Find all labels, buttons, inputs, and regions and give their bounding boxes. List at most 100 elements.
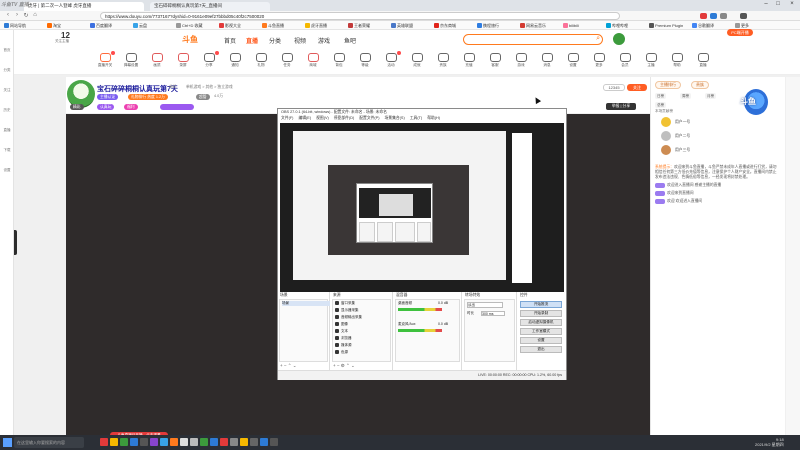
toolbar-item[interactable]: 活动: [378, 51, 404, 68]
bookmark-item[interactable]: Premium Plugin: [649, 22, 683, 29]
obs-menu-item[interactable]: 停靠部件(D): [334, 116, 354, 122]
nav-link[interactable]: 视频: [294, 36, 306, 45]
site-search-input[interactable]: ⌕: [463, 34, 603, 45]
user-avatar[interactable]: [612, 32, 626, 46]
taskbar-app-icon[interactable]: [200, 438, 208, 446]
sidebar-collapse-handle[interactable]: [14, 230, 17, 255]
taskbar-app-icon[interactable]: [240, 438, 248, 446]
obs-control-button[interactable]: 开始录制: [520, 310, 562, 317]
maximize-icon[interactable]: □: [772, 1, 784, 10]
nav-link[interactable]: 鱼吧: [344, 36, 356, 45]
source-item[interactable]: 浏览器: [335, 336, 395, 341]
toolbar-item[interactable]: 充值: [456, 53, 482, 68]
toolbar-item[interactable]: 更多: [586, 53, 612, 68]
source-item[interactable]: 窗口采集: [335, 301, 395, 306]
taskbar-app-icon[interactable]: [190, 438, 198, 446]
minimize-icon[interactable]: –: [760, 1, 772, 10]
forward-icon[interactable]: ›: [13, 12, 21, 20]
obs-menu-item[interactable]: 工具(T): [410, 116, 422, 122]
tag-1[interactable]: 精彩: [70, 104, 84, 110]
obs-control-button[interactable]: 开始推流: [520, 301, 562, 308]
rank-user[interactable]: 用户一号: [661, 117, 746, 129]
extension-icon[interactable]: [700, 13, 707, 19]
toolbar-item[interactable]: 录屏: [170, 53, 196, 68]
obs-menu-item[interactable]: 编辑(E): [298, 116, 311, 122]
browser-tab-2[interactable]: 宝石碎碎桐桐认真玩第7天_直播间: [150, 2, 270, 11]
taskbar-search[interactable]: 在这里输入你要搜索的内容: [14, 437, 84, 448]
toolbar-item[interactable]: 商城: [300, 53, 326, 68]
extension-icon[interactable]: [710, 13, 717, 19]
toolbar-item[interactable]: 背包: [326, 53, 352, 68]
toolbar-item[interactable]: 设置: [560, 53, 586, 68]
scene-item[interactable]: 场景: [282, 301, 330, 306]
tag-3[interactable]: 福利: [124, 104, 138, 110]
bookmark-item[interactable]: Ctrl+D 收藏: [176, 22, 203, 29]
taskbar-clock[interactable]: 9:18 2021/9/2 星期四: [755, 437, 784, 447]
browser-tab-1[interactable]: 虎牙 | 第二次一人登峰 虎牙直播: [24, 2, 144, 11]
taskbar-app-icon[interactable]: [150, 438, 158, 446]
obs-control-button[interactable]: 工作室模式: [520, 328, 562, 335]
toolbar-item[interactable]: 贵族: [430, 53, 456, 68]
taskbar-app-icon[interactable]: [260, 438, 268, 446]
obs-control-button[interactable]: 设置: [520, 337, 562, 344]
taskbar-app-icon[interactable]: [120, 438, 128, 446]
obs-menu-item[interactable]: 配置文件(P): [359, 116, 379, 122]
nav-link[interactable]: 游戏: [318, 36, 330, 45]
toolbar-item[interactable]: 主播: [638, 53, 664, 68]
sidebar-item[interactable]: 历史: [2, 108, 12, 116]
rank-user[interactable]: 用户三号: [661, 145, 746, 157]
room-category[interactable]: 单机: [169, 85, 177, 90]
bookmark-item[interactable]: 哔哩哔哩: [606, 22, 628, 29]
sidebar-item[interactable]: 设置: [2, 168, 12, 176]
sidebar-item[interactable]: 分类: [2, 68, 12, 76]
dock-toolbar[interactable]: + − ⚙ ⌃ ⌄: [333, 363, 355, 369]
bookmark-item[interactable]: 网站导航: [4, 22, 26, 29]
toolbar-item[interactable]: 画质: [144, 53, 170, 68]
taskbar-app-icon[interactable]: [220, 438, 228, 446]
taskbar-app-icon[interactable]: [140, 438, 148, 446]
bookmark-item[interactable]: 谷歌翻译: [692, 22, 714, 29]
tag-4[interactable]: [160, 104, 194, 110]
douyu-logo[interactable]: 斗鱼: [182, 34, 204, 46]
obs-menu-item[interactable]: 场景集合(S): [384, 116, 404, 122]
taskbar-app-icon[interactable]: [270, 438, 278, 446]
source-item[interactable]: 媒体源: [335, 343, 395, 348]
toolbar-item[interactable]: 任务: [274, 53, 300, 68]
rank-user[interactable]: 用户二号: [661, 131, 746, 143]
bookmark-item[interactable]: 淘宝: [47, 22, 61, 29]
url-field[interactable]: https://www.douyu.com/7737167?dyshid=0-9…: [100, 12, 620, 20]
back-icon[interactable]: ‹: [4, 12, 12, 20]
source-item[interactable]: 显示器采集: [335, 308, 395, 313]
bookmark-item[interactable]: 云盘: [133, 22, 147, 29]
bookmark-item[interactable]: 斗鱼直播: [262, 22, 284, 29]
mascot-icon[interactable]: 斗鱼: [738, 87, 772, 117]
duration-input[interactable]: 300 ms: [481, 311, 505, 316]
taskbar-app-icon[interactable]: [160, 438, 168, 446]
toolbar-item[interactable]: 游戏: [508, 53, 534, 68]
toolbar-item[interactable]: 弹幕设置: [118, 53, 144, 68]
bookmark-item[interactable]: 京东商城: [434, 22, 456, 29]
bookmark-item[interactable]: 英雄联盟: [391, 22, 413, 29]
tab-rank[interactable]: 主播排行: [655, 81, 681, 89]
toolbar-item[interactable]: 帮助: [664, 53, 690, 68]
taskbar-app-icon[interactable]: [180, 438, 188, 446]
search-icon[interactable]: ⌕: [596, 35, 600, 43]
toolbar-item[interactable]: 直播开关: [92, 51, 118, 68]
sidebar-item[interactable]: 下载: [2, 148, 12, 156]
rank-weekly[interactable]: 周榜: [680, 93, 691, 99]
tag-2[interactable]: 认真玩: [97, 104, 115, 110]
tab-noble[interactable]: 贵族: [691, 81, 709, 89]
taskbar-app-icon[interactable]: [130, 438, 138, 446]
obs-menu-item[interactable]: 帮助(H): [427, 116, 440, 122]
pc-open-button[interactable]: PC端开播: [727, 29, 753, 36]
nav-link[interactable]: 直播: [246, 36, 258, 45]
toolbar-item[interactable]: 消息: [534, 53, 560, 68]
toolbar-item[interactable]: 直播: [690, 53, 716, 68]
rank-monthly[interactable]: 月榜: [705, 93, 716, 99]
taskbar-app-icon[interactable]: [110, 438, 118, 446]
rank-daily[interactable]: 日榜: [655, 93, 666, 99]
sidebar-item[interactable]: 直播: [2, 128, 12, 136]
toolbar-item[interactable]: 等级: [352, 53, 378, 68]
windows-start-icon[interactable]: [3, 438, 12, 447]
menu-icon[interactable]: [740, 13, 747, 19]
